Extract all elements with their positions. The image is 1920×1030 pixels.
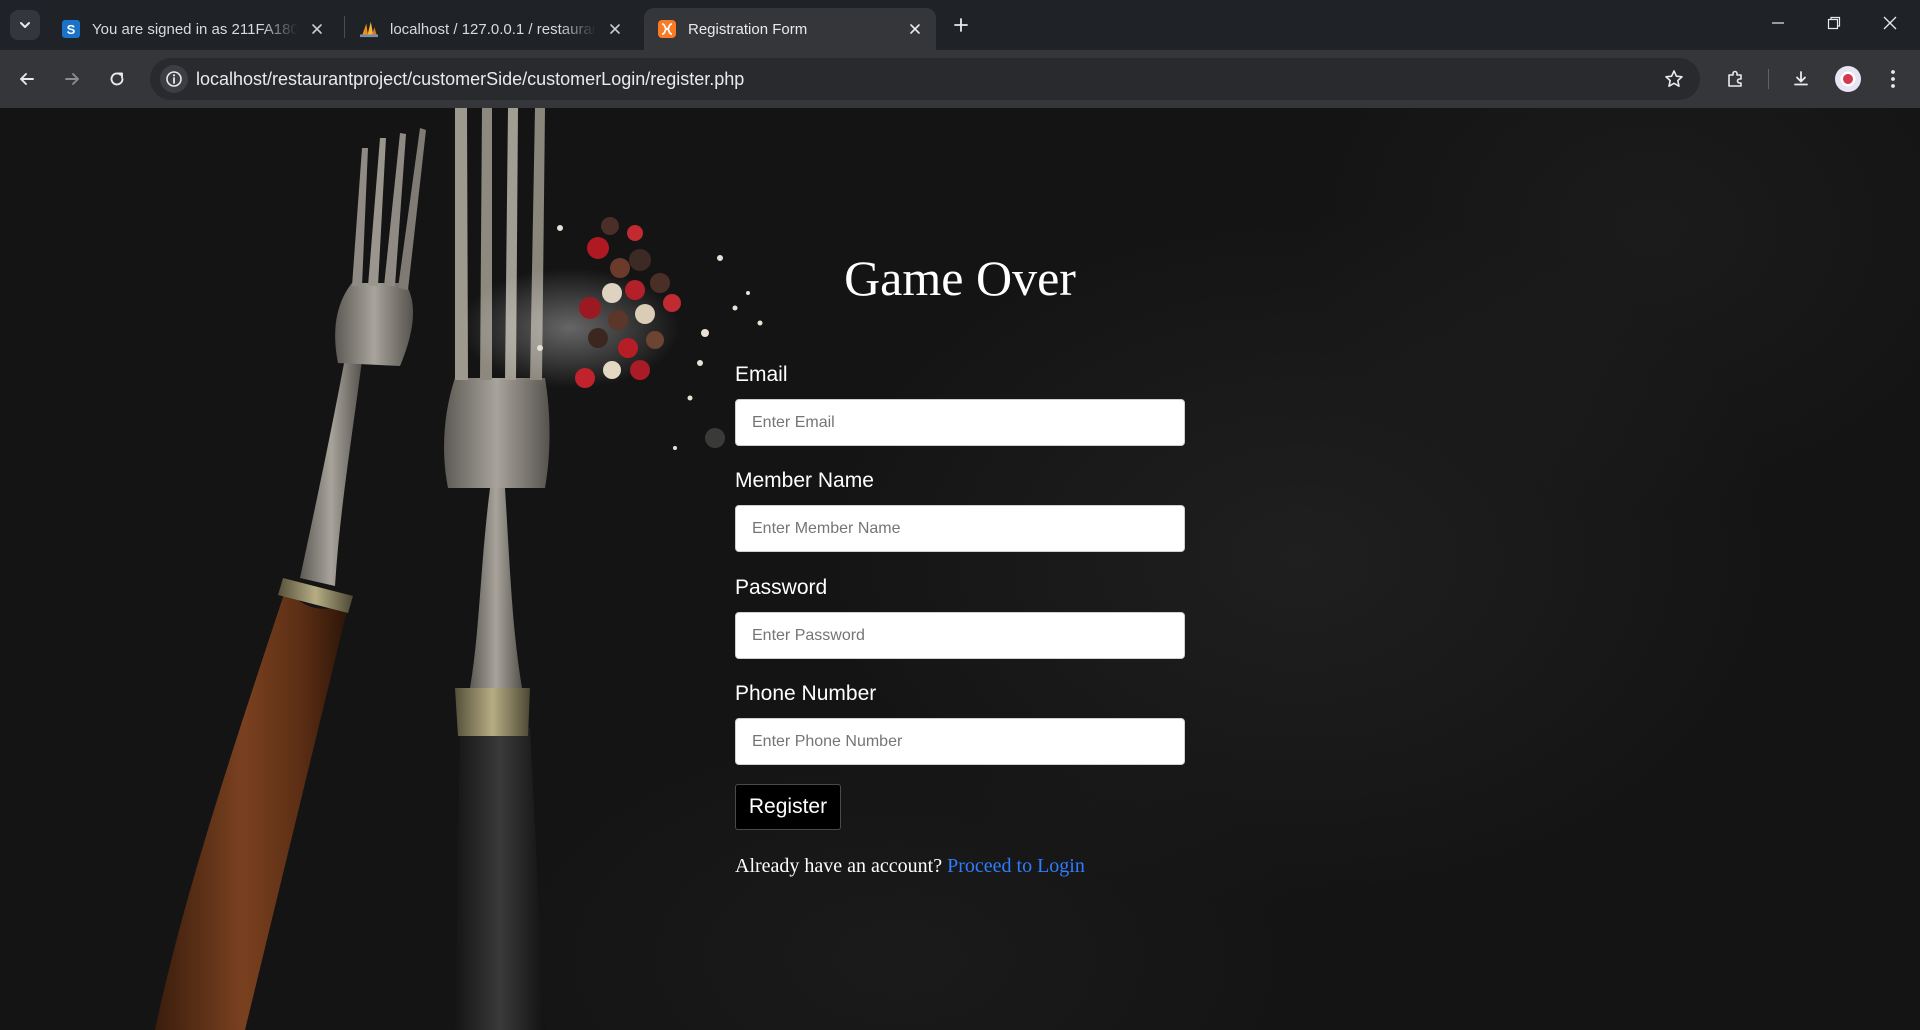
email-label: Email [735, 363, 788, 386]
tab-strip: S You are signed in as 211FA1801 localho… [0, 0, 1920, 50]
toolbar-divider [1768, 69, 1769, 89]
close-icon [1883, 16, 1897, 30]
browser-toolbar: localhost/restaurantproject/customerSide… [0, 50, 1920, 108]
restore-icon [1827, 16, 1841, 30]
svg-text:S: S [67, 22, 76, 37]
arrow-left-icon [20, 73, 34, 85]
proceed-to-login-link[interactable]: Proceed to Login [947, 855, 1085, 877]
site-info-button[interactable] [160, 65, 188, 93]
downloads-button[interactable] [1785, 63, 1817, 95]
dark-fork [444, 108, 550, 1030]
more-vertical-icon [1891, 70, 1895, 88]
tab-title: You are signed in as 211FA1801 [92, 20, 298, 38]
reload-button[interactable] [101, 63, 133, 95]
plus-icon [954, 18, 968, 32]
background-photo [155, 108, 763, 1030]
page-title: Game Over [844, 250, 1076, 306]
tab-registration-form[interactable]: Registration Form [644, 8, 936, 50]
chevron-down-icon [20, 22, 30, 28]
extensions-button[interactable] [1719, 63, 1751, 95]
xampp-icon [658, 20, 676, 38]
address-bar[interactable]: localhost/restaurantproject/customerSide… [150, 58, 1700, 100]
back-button[interactable] [11, 63, 43, 95]
password-label: Password [735, 576, 828, 599]
phone-number-input[interactable] [735, 718, 1185, 765]
close-window-button[interactable] [1862, 0, 1918, 46]
tab-divider [344, 16, 345, 38]
tab-signed-in[interactable]: S You are signed in as 211FA1801 [48, 8, 338, 50]
reload-icon [110, 72, 124, 86]
bookmark-button[interactable] [1662, 67, 1686, 91]
minimize-icon [1772, 22, 1784, 24]
download-icon [1794, 71, 1808, 86]
menu-button[interactable] [1877, 63, 1909, 95]
login-prompt: Already have an account? Proceed to Logi… [735, 855, 1085, 878]
login-prompt-text: Already have an account? [735, 855, 943, 877]
register-button[interactable]: Register [735, 784, 841, 830]
phpmyadmin-icon [360, 20, 378, 38]
password-input[interactable] [735, 612, 1185, 659]
email-input[interactable] [735, 399, 1185, 446]
close-icon[interactable] [904, 18, 926, 40]
info-icon [166, 71, 182, 87]
tab-title: Registration Form [688, 20, 808, 38]
tab-search-button[interactable] [10, 10, 40, 40]
tab-title: localhost / 127.0.0.1 / restaurant [390, 20, 596, 38]
puzzle-icon [1728, 70, 1742, 87]
close-icon[interactable] [306, 18, 328, 40]
star-icon [1665, 70, 1683, 87]
profile-avatar[interactable] [1835, 66, 1861, 92]
tab-phpmyadmin[interactable]: localhost / 127.0.0.1 / restaurant [346, 8, 636, 50]
member-name-label: Member Name [735, 469, 874, 492]
s-brand-icon: S [62, 20, 80, 38]
arrow-right-icon [65, 73, 79, 85]
minimize-button[interactable] [1750, 0, 1806, 46]
restore-button[interactable] [1806, 0, 1862, 46]
url-text[interactable]: localhost/restaurantproject/customerSide… [196, 69, 744, 90]
forward-button[interactable] [56, 63, 88, 95]
member-name-input[interactable] [735, 505, 1185, 552]
phone-number-label: Phone Number [735, 682, 877, 705]
close-icon[interactable] [604, 18, 626, 40]
new-tab-button[interactable] [946, 10, 976, 40]
page-viewport: Game Over Email Member Name Password Pho… [0, 108, 1920, 1030]
